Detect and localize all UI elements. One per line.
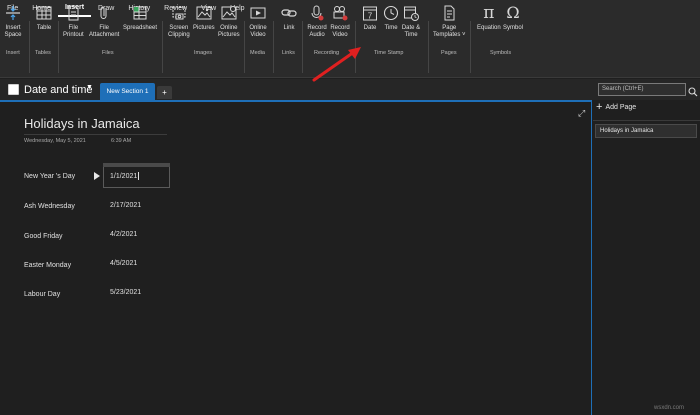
watermark: wsxdn.com: [654, 405, 685, 411]
annotation-arrow-icon: [312, 47, 361, 82]
